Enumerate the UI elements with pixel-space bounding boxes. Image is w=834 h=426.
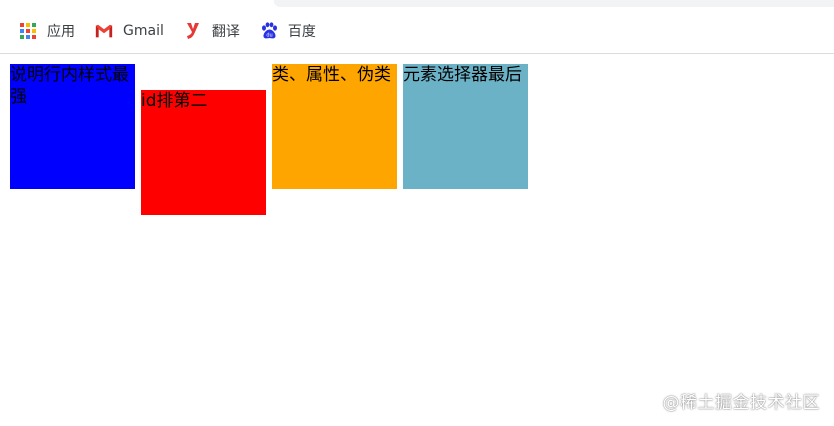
box-class-selector: 类、属性、伪类 [272, 64, 397, 189]
bookmark-gmail-label: Gmail [123, 22, 164, 39]
svg-text:du: du [266, 32, 272, 38]
bookmark-translate-label: 翻译 [211, 23, 240, 40]
bookmark-translate[interactable]: 翻译 [174, 17, 250, 45]
box-id-selector-text: id排第二 [141, 91, 208, 111]
browser-top-strip [0, 0, 834, 8]
apps-grid-icon [19, 22, 37, 40]
box-element-selector: 元素选择器最后 [403, 64, 528, 189]
baidu-paw-icon: du [260, 21, 278, 40]
box-class-selector-text: 类、属性、伪类 [272, 65, 391, 85]
box-inline-style-text: 说明行内样式最强 [10, 65, 129, 107]
watermark: @稀土掘金技术社区 [662, 393, 820, 413]
page-content: 说明行内样式最强 id排第二 类、属性、伪类 元素选择器最后 [0, 54, 834, 426]
bookmark-baidu[interactable]: du 百度 [250, 17, 326, 45]
bookmark-apps-label: 应用 [47, 23, 75, 40]
box-id-selector: id排第二 [141, 90, 266, 215]
bookmark-baidu-label: 百度 [287, 23, 316, 40]
tab-strip-edge [274, 0, 834, 7]
youdao-icon [184, 22, 202, 40]
gmail-icon [95, 22, 113, 40]
box-inline-style: 说明行内样式最强 [10, 64, 135, 189]
box-element-selector-text: 元素选择器最后 [403, 65, 522, 85]
bookmark-gmail[interactable]: Gmail [85, 17, 174, 45]
bookmark-apps[interactable]: 应用 [0, 17, 85, 45]
bookmarks-bar: 应用 Gmail 翻译 du 百度 [0, 8, 834, 54]
